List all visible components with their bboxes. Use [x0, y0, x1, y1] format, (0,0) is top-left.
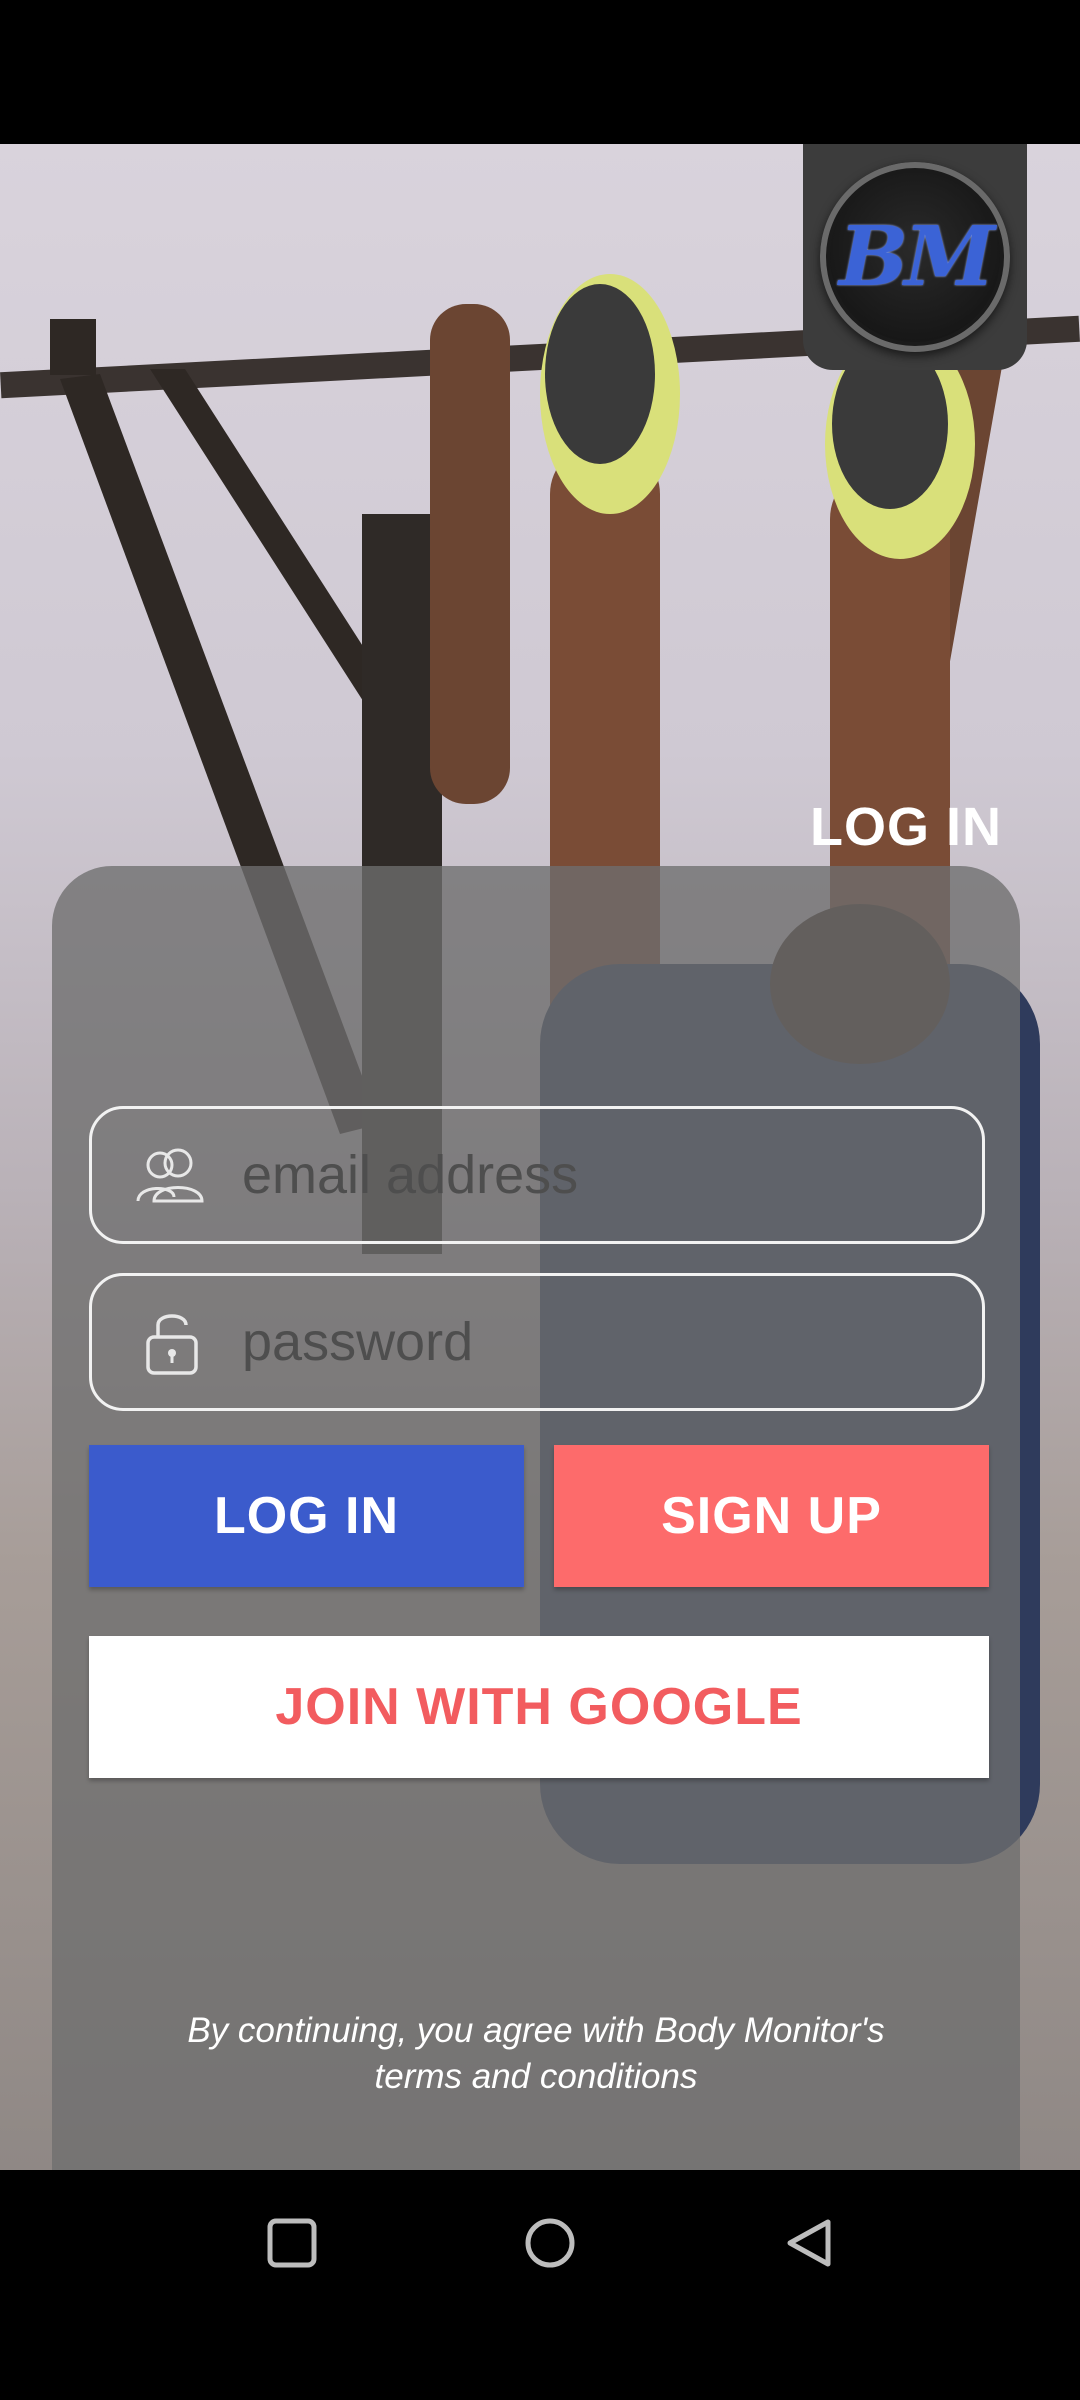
- back-button[interactable]: [764, 2200, 854, 2290]
- app-logo: BM: [803, 144, 1027, 370]
- users-icon: [132, 1135, 212, 1215]
- logo-badge: BM: [820, 162, 1010, 352]
- signup-button[interactable]: SIGN UP: [554, 1445, 989, 1587]
- terms-line-1: By continuing, you agree with Body Monit…: [187, 2011, 885, 2050]
- status-bar: [0, 0, 1080, 144]
- recents-button[interactable]: [247, 2200, 337, 2290]
- email-input[interactable]: [240, 1143, 982, 1207]
- square-icon: [266, 2217, 318, 2274]
- terms-text: By continuing, you agree with Body Monit…: [52, 2008, 1020, 2100]
- password-input[interactable]: [240, 1310, 982, 1374]
- password-field[interactable]: [89, 1273, 985, 1411]
- logo-text: BM: [838, 209, 995, 305]
- triangle-back-icon: [782, 2216, 836, 2275]
- login-header-link[interactable]: LOG IN: [810, 796, 1002, 858]
- home-button[interactable]: [505, 2200, 595, 2290]
- login-button[interactable]: LOG IN: [89, 1445, 524, 1587]
- terms-line-2[interactable]: terms and conditions: [52, 2054, 1020, 2100]
- padlock-icon: [132, 1302, 212, 1382]
- google-join-button[interactable]: JOIN WITH GOOGLE: [89, 1636, 989, 1778]
- circle-icon: [523, 2216, 577, 2275]
- email-field[interactable]: [89, 1106, 985, 1244]
